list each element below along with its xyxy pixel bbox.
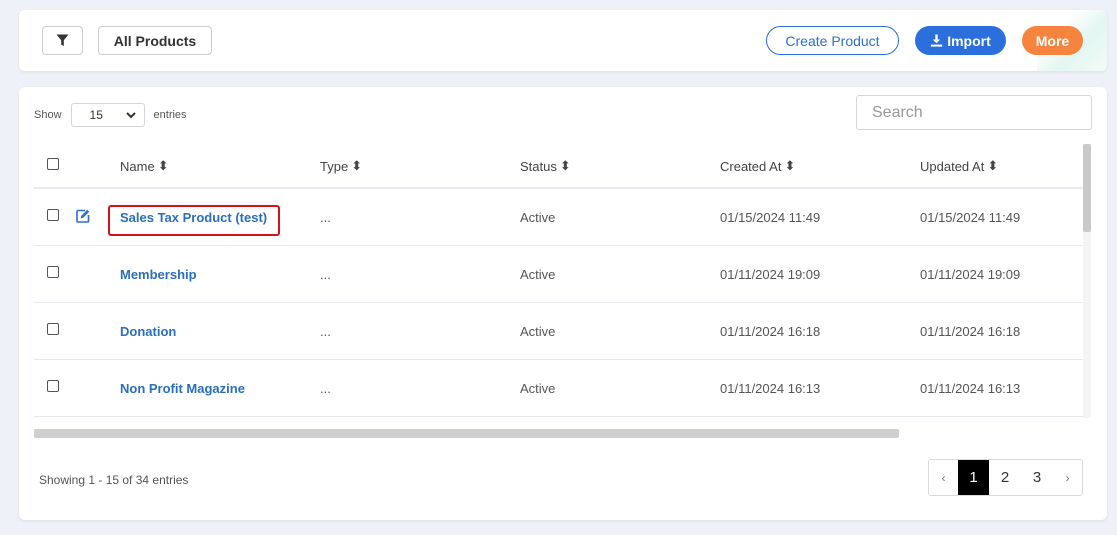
product-created-at: 01/11/2024 16:13 bbox=[720, 381, 821, 396]
next-page-button[interactable]: › bbox=[1053, 460, 1082, 495]
product-updated-at: 01/11/2024 16:13 bbox=[920, 381, 1021, 396]
product-status: Active bbox=[520, 210, 556, 225]
download-icon bbox=[931, 34, 943, 47]
row-checkbox[interactable] bbox=[47, 266, 59, 278]
column-label: Name bbox=[120, 158, 155, 174]
products-table: Name ⬍ Type ⬍ Status ⬍ Created At ⬍ Upda… bbox=[34, 144, 1083, 418]
select-all-checkbox[interactable] bbox=[47, 158, 59, 170]
pagination: ‹ 1 2 3 › bbox=[928, 459, 1083, 496]
filter-icon bbox=[56, 34, 69, 46]
product-name-link[interactable]: Donation bbox=[120, 324, 176, 339]
vertical-scrollbar-thumb[interactable] bbox=[1083, 144, 1091, 232]
all-products-button[interactable]: All Products bbox=[98, 26, 212, 55]
entries-value: 15 bbox=[89, 108, 103, 122]
product-status: Active bbox=[520, 324, 556, 339]
column-label: Status bbox=[520, 158, 557, 174]
column-label: Type bbox=[320, 158, 349, 174]
table-row: Membership ... Active 01/11/2024 19:09 0… bbox=[34, 246, 1083, 303]
product-name-link[interactable]: Non Profit Magazine bbox=[120, 381, 245, 396]
show-label: Show bbox=[34, 109, 62, 121]
product-name-link[interactable]: Membership bbox=[120, 267, 197, 282]
page-button-1[interactable]: 1 bbox=[958, 460, 989, 495]
product-updated-at: 01/11/2024 16:18 bbox=[920, 324, 1021, 339]
table-row: Sales Tax Product (test) ... Active 01/1… bbox=[34, 189, 1083, 246]
page-button-2[interactable]: 2 bbox=[989, 460, 1021, 495]
page-button-3[interactable]: 3 bbox=[1021, 460, 1053, 495]
product-type: ... bbox=[320, 324, 331, 339]
sort-icon: ⬍ bbox=[351, 158, 363, 173]
filter-button[interactable] bbox=[42, 26, 83, 55]
import-label: Import bbox=[947, 32, 991, 49]
product-type: ... bbox=[320, 267, 331, 282]
table-row: Donation ... Active 01/11/2024 16:18 01/… bbox=[34, 303, 1083, 360]
sort-icon: ⬍ bbox=[157, 158, 169, 173]
row-checkbox[interactable] bbox=[47, 380, 59, 392]
column-label: Updated At bbox=[920, 158, 985, 174]
create-product-button[interactable]: Create Product bbox=[766, 26, 899, 55]
product-name-link[interactable]: Sales Tax Product (test) bbox=[120, 210, 267, 225]
chevron-down-icon bbox=[125, 111, 136, 118]
product-status: Active bbox=[520, 381, 556, 396]
previous-page-button[interactable]: ‹ bbox=[929, 460, 958, 495]
row-checkbox[interactable] bbox=[47, 209, 59, 221]
product-type: ... bbox=[320, 210, 331, 225]
row-checkbox[interactable] bbox=[47, 323, 59, 335]
toolbar: All Products Create Product Import More bbox=[19, 10, 1107, 71]
import-button[interactable]: Import bbox=[915, 26, 1006, 55]
product-status: Active bbox=[520, 267, 556, 282]
more-button[interactable]: More bbox=[1022, 26, 1083, 55]
product-created-at: 01/11/2024 19:09 bbox=[720, 267, 821, 282]
sort-icon: ⬍ bbox=[784, 158, 796, 173]
horizontal-scrollbar[interactable] bbox=[34, 429, 899, 438]
products-table-card: Show 15 entries Search Name ⬍ Type ⬍ Sta… bbox=[19, 87, 1107, 520]
edit-icon[interactable] bbox=[76, 209, 90, 223]
product-updated-at: 01/11/2024 19:09 bbox=[920, 267, 1021, 282]
product-created-at: 01/11/2024 16:18 bbox=[720, 324, 821, 339]
entries-label: entries bbox=[153, 109, 187, 121]
table-header: Name ⬍ Type ⬍ Status ⬍ Created At ⬍ Upda… bbox=[34, 144, 1083, 189]
column-header-name[interactable]: Name ⬍ bbox=[120, 158, 169, 174]
sort-icon: ⬍ bbox=[987, 158, 999, 173]
column-header-status[interactable]: Status ⬍ bbox=[520, 158, 571, 174]
column-header-updated-at[interactable]: Updated At ⬍ bbox=[920, 158, 998, 174]
table-info: Showing 1 - 15 of 34 entries bbox=[39, 473, 189, 487]
product-updated-at: 01/15/2024 11:49 bbox=[920, 210, 1021, 225]
product-created-at: 01/15/2024 11:49 bbox=[720, 210, 821, 225]
product-type: ... bbox=[320, 381, 331, 396]
entries-select[interactable]: 15 bbox=[70, 103, 145, 127]
sort-icon: ⬍ bbox=[559, 158, 571, 173]
entries-length-control: Show 15 entries bbox=[34, 103, 187, 127]
search-input[interactable]: Search bbox=[856, 95, 1092, 130]
column-header-type[interactable]: Type ⬍ bbox=[320, 158, 362, 174]
table-row: Non Profit Magazine ... Active 01/11/202… bbox=[34, 360, 1083, 417]
column-header-created-at[interactable]: Created At ⬍ bbox=[720, 158, 795, 174]
column-label: Created At bbox=[720, 158, 782, 174]
